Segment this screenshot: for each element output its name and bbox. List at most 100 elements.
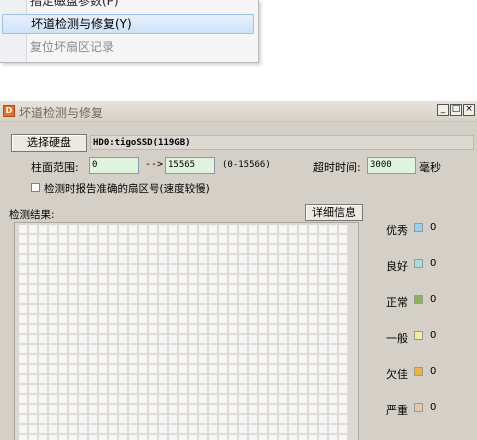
grid-cell <box>108 314 118 324</box>
grid-cell <box>118 404 128 414</box>
grid-cell <box>98 244 108 254</box>
grid-cell <box>178 384 188 394</box>
timeout-input[interactable]: 3000 <box>367 157 416 174</box>
grid-cell <box>68 384 78 394</box>
grid-cell <box>248 234 258 244</box>
grid-cell <box>148 374 158 384</box>
grid-cell <box>168 264 178 274</box>
grid-cell <box>108 394 118 404</box>
grid-cell <box>48 394 58 404</box>
grid-cell <box>38 394 48 404</box>
grid-cell <box>138 244 148 254</box>
menu-item-bad-track-repair[interactable]: 坏道检测与修复(Y) <box>2 14 254 34</box>
grid-cell <box>19 434 28 440</box>
grid-cell <box>298 274 308 284</box>
grid-cell <box>198 414 208 424</box>
grid-cell <box>228 354 238 364</box>
grid-cell <box>188 354 198 364</box>
range-end-input[interactable]: 15565 <box>165 157 215 174</box>
grid-cell <box>148 304 158 314</box>
grid-cell <box>278 254 288 264</box>
grid-cell <box>19 354 28 364</box>
grid-cell <box>128 354 138 364</box>
grid-cell <box>178 314 188 324</box>
grid-cell <box>48 334 58 344</box>
grid-cell <box>208 414 218 424</box>
grid-cell <box>288 414 298 424</box>
window-title: 坏道检测与修复 <box>19 106 104 120</box>
grid-cell <box>318 234 328 244</box>
grid-cell <box>108 434 118 440</box>
grid-cell <box>48 244 58 254</box>
grid-cell <box>198 324 208 334</box>
grid-cell <box>58 424 68 434</box>
grid-cell <box>168 324 178 334</box>
grid-cell <box>28 374 38 384</box>
grid-cell <box>108 234 118 244</box>
grid-cell <box>198 225 208 234</box>
grid-cell <box>218 414 228 424</box>
app-icon: D <box>3 105 15 117</box>
grid-cell <box>98 424 108 434</box>
grid-cell <box>238 374 248 384</box>
accurate-sector-checkbox[interactable] <box>31 183 40 192</box>
grid-cell <box>328 314 338 324</box>
grid-cell <box>28 244 38 254</box>
grid-cell <box>198 424 208 434</box>
grid-cell <box>298 284 308 294</box>
grid-cell <box>298 264 308 274</box>
select-disk-button[interactable]: 选择硬盘 <box>11 134 87 152</box>
grid-cell <box>128 344 138 354</box>
grid-cell <box>218 264 228 274</box>
grid-cell <box>88 225 98 234</box>
grid-cell <box>248 304 258 314</box>
accurate-sector-label[interactable]: 检测时报告准确的扇区号(速度较慢) <box>44 181 210 196</box>
grid-cell <box>328 304 338 314</box>
grid-cell <box>128 364 138 374</box>
close-icon[interactable]: × <box>463 104 475 116</box>
grid-cell <box>128 334 138 344</box>
range-start-input[interactable]: 0 <box>89 157 139 174</box>
legend-label: 优秀 <box>386 224 408 237</box>
menu-item-disk-parameters[interactable]: 指定磁盘参数(P) <box>2 0 254 11</box>
cylinder-range-label: 柱面范围: <box>31 161 79 174</box>
grid-cell <box>48 254 58 264</box>
grid-cell <box>108 264 118 274</box>
grid-cell <box>108 384 118 394</box>
grid-cell <box>138 374 148 384</box>
grid-cell <box>168 244 178 254</box>
grid-cell <box>248 424 258 434</box>
details-button[interactable]: 详细信息 <box>305 204 363 221</box>
grid-cell <box>278 274 288 284</box>
grid-cell <box>78 225 88 234</box>
grid-cell <box>288 434 298 440</box>
grid-cell <box>328 274 338 284</box>
grid-cell <box>218 424 228 434</box>
grid-cell <box>298 374 308 384</box>
menu-item-reset-bad-sectors[interactable]: 复位坏扇区记录 <box>2 37 254 57</box>
grid-cell <box>308 364 318 374</box>
grid-cell <box>178 364 188 374</box>
title-bar[interactable]: D 坏道检测与修复 _ □ × <box>0 101 477 122</box>
grid-cell <box>138 314 148 324</box>
grid-cell <box>208 274 218 284</box>
bad-track-dialog: D 坏道检测与修复 _ □ × 选择硬盘 HD0:tigoSSD(119GB) … <box>0 101 477 440</box>
grid-cell <box>268 225 278 234</box>
grid-cell <box>248 364 258 374</box>
grid-cell <box>128 225 138 234</box>
maximize-icon[interactable]: □ <box>450 104 462 116</box>
minimize-icon[interactable]: _ <box>437 104 449 116</box>
grid-cell <box>248 394 258 404</box>
grid-cell <box>118 225 128 234</box>
grid-cell <box>288 314 298 324</box>
grid-cell <box>28 254 38 264</box>
grid-cell <box>78 344 88 354</box>
grid-cell <box>238 394 248 404</box>
grid-cell <box>328 404 338 414</box>
grid-cell <box>38 434 48 440</box>
grid-cell <box>328 424 338 434</box>
grid-cell <box>278 244 288 254</box>
grid-cell <box>258 364 268 374</box>
grid-cell <box>228 344 238 354</box>
grid-cell <box>58 314 68 324</box>
